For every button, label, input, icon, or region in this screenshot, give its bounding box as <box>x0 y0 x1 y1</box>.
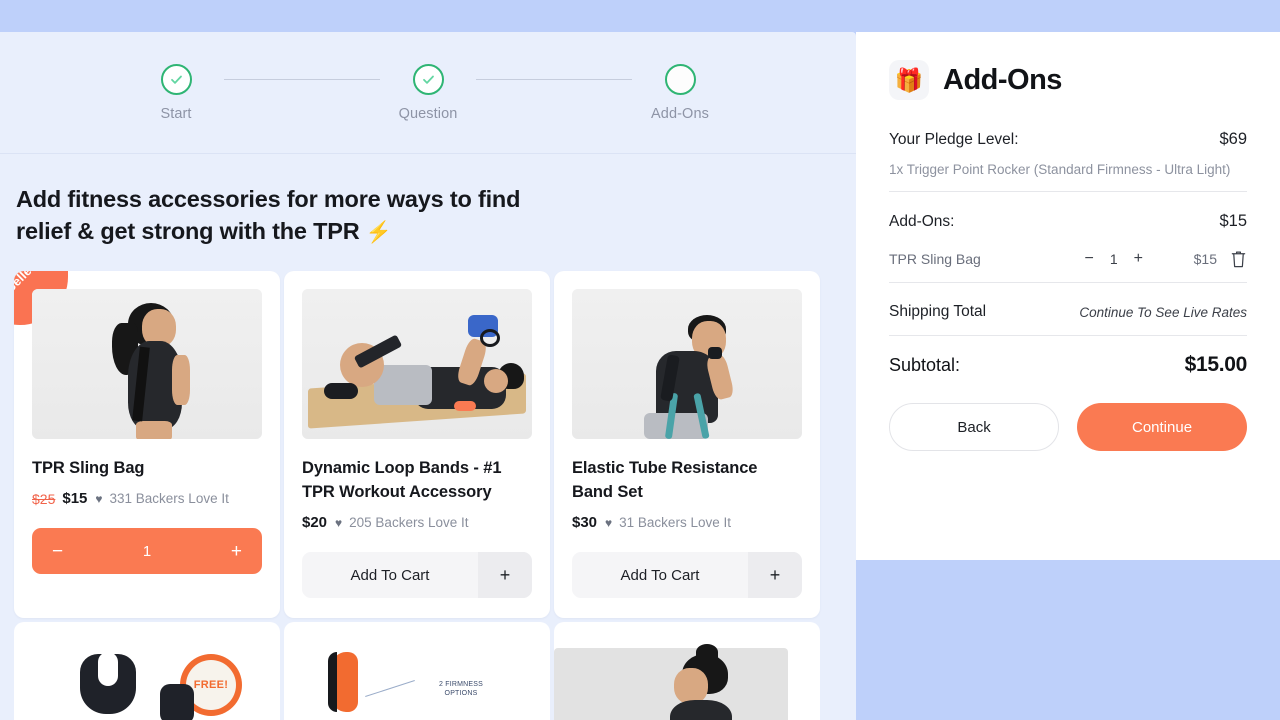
step-label-start: Start <box>160 105 192 122</box>
product-backers: 331 Backers Love It <box>109 491 229 507</box>
addons-total-row: Add-Ons: $15 <box>889 212 1247 231</box>
addon-item-name: TPR Sling Bag <box>889 250 981 267</box>
step-circle-addons <box>664 63 696 95</box>
pledge-level-label: Your Pledge Level: <box>889 130 1019 148</box>
product-price: $20 <box>302 514 328 532</box>
panel-actions: Back Continue <box>889 403 1247 451</box>
sidebar-item-start[interactable]: Start <box>128 63 224 122</box>
product-image <box>302 289 532 440</box>
step-connector-1 <box>224 78 380 80</box>
divider <box>889 191 1247 192</box>
quantity-stepper[interactable]: − 1 + <box>32 528 262 575</box>
page-title-text: Add fitness accessories for more ways to… <box>16 186 521 244</box>
addons-amount: $15 <box>1219 212 1247 230</box>
addon-item-price: $15 <box>1193 250 1217 267</box>
step-label-question: Question <box>398 105 458 122</box>
product-price-row: $25 $15 ♥ 331 Backers Love It <box>32 490 262 507</box>
addon-line-item: TPR Sling Bag − 1 + $15 <box>889 249 1247 268</box>
divider <box>889 282 1247 283</box>
subtotal-label: Subtotal: <box>889 354 961 375</box>
callout-line <box>365 680 415 698</box>
check-icon <box>170 75 182 84</box>
order-summary-panel: 🎁 Add-Ons Your Pledge Level: $69 1x Trig… <box>856 32 1280 560</box>
product-title: Elastic Tube Resistance Band Set <box>572 459 758 502</box>
product-old-price: $25 <box>32 490 56 507</box>
step-circle-start <box>160 63 192 95</box>
content-panel: Start Question Add-Ons Add fitness acces… <box>0 32 856 720</box>
divider <box>889 335 1247 336</box>
firmness-callout: 2 FIRMNESS OPTIONS <box>438 681 483 698</box>
back-button[interactable]: Back <box>889 403 1060 451</box>
heart-icon: ♥ <box>95 491 103 506</box>
shipping-label: Shipping Total <box>889 303 987 320</box>
product-price: $15 <box>62 490 88 508</box>
step-connector-2 <box>476 78 632 80</box>
increase-quantity-button[interactable]: + <box>231 542 242 561</box>
increase-quantity-button[interactable]: + <box>1134 250 1143 268</box>
product-price-row: $20 ♥ 205 Backers Love It <box>302 514 532 531</box>
addons-label: Add-Ons: <box>889 212 955 230</box>
product-image <box>32 289 262 440</box>
heart-icon: ♥ <box>605 515 613 530</box>
sidebar-item-addons[interactable]: Add-Ons <box>632 63 728 122</box>
step-label-addons: Add-Ons <box>651 105 709 122</box>
product-card[interactable]: Best Seller TPR Sling Bag $25 $15 ♥ <box>14 271 280 619</box>
addon-quantity-stepper[interactable]: − 1 + <box>1085 250 1143 268</box>
product-backers: 205 Backers Love It <box>349 515 469 531</box>
increase-quantity-button[interactable]: + <box>478 552 532 599</box>
panel-title: Add-Ons <box>943 63 1062 96</box>
product-title: Dynamic Loop Bands - #1 TPR Workout Acce… <box>302 459 502 502</box>
add-ons-screen: Start Question Add-Ons Add fitness acces… <box>0 0 1280 720</box>
gift-icon: 🎁 <box>889 60 929 100</box>
quantity-value: 1 <box>142 542 152 560</box>
quantity-value: 1 <box>1109 250 1118 267</box>
step-circle-question <box>412 63 444 95</box>
product-card[interactable]: Elastic Tube Resistance Band Set $30 ♥ 3… <box>554 271 820 619</box>
product-card[interactable] <box>554 622 820 720</box>
product-card[interactable]: Dynamic Loop Bands - #1 TPR Workout Acce… <box>284 271 550 619</box>
pledge-detail: 1x Trigger Point Rocker (Standard Firmne… <box>889 162 1231 177</box>
product-price: $30 <box>572 514 598 532</box>
product-grid: Best Seller TPR Sling Bag $25 $15 ♥ <box>14 271 856 619</box>
pledge-level-amount: $69 <box>1219 130 1247 148</box>
add-to-cart-button[interactable]: Add To Cart + <box>302 552 532 599</box>
check-icon <box>422 75 434 84</box>
decrease-quantity-button[interactable]: − <box>52 542 63 561</box>
subtotal-amount: $15.00 <box>1184 353 1248 376</box>
panel-header: 🎁 Add-Ons <box>889 60 1247 100</box>
shipping-row: Shipping Total Continue To See Live Rate… <box>889 303 1247 321</box>
add-to-cart-label: Add To Cart <box>350 566 430 584</box>
trash-icon <box>1231 251 1246 268</box>
shipping-value: Continue To See Live Rates <box>1079 304 1247 320</box>
product-image <box>572 289 802 440</box>
add-to-cart-label: Add To Cart <box>620 566 700 584</box>
product-card[interactable]: 2 FIRMNESS OPTIONS <box>284 622 550 720</box>
lightning-bolt-icon: ⚡ <box>365 220 392 244</box>
product-title: TPR Sling Bag <box>32 459 145 478</box>
product-backers: 31 Backers Love It <box>619 515 731 531</box>
progress-stepper: Start Question Add-Ons <box>0 32 856 154</box>
product-grid-row-2: FREE! 2 FIRMNESS OPTIONS <box>14 622 856 720</box>
sidebar-item-question[interactable]: Question <box>380 63 476 122</box>
continue-button[interactable]: Continue <box>1077 403 1247 451</box>
pledge-level-row: Your Pledge Level: $69 <box>889 130 1247 149</box>
remove-addon-button[interactable] <box>1217 249 1247 268</box>
subtotal-row: Subtotal: $15.00 <box>889 353 1247 377</box>
product-price-row: $30 ♥ 31 Backers Love It <box>572 514 802 531</box>
free-badge-label: FREE! <box>193 679 229 692</box>
heart-icon: ♥ <box>335 515 343 530</box>
decrease-quantity-button[interactable]: − <box>1085 250 1094 268</box>
product-card[interactable]: FREE! <box>14 622 280 720</box>
add-to-cart-button[interactable]: Add To Cart + <box>572 552 802 599</box>
increase-quantity-button[interactable]: + <box>748 552 802 599</box>
page-title: Add fitness accessories for more ways to… <box>16 184 556 247</box>
